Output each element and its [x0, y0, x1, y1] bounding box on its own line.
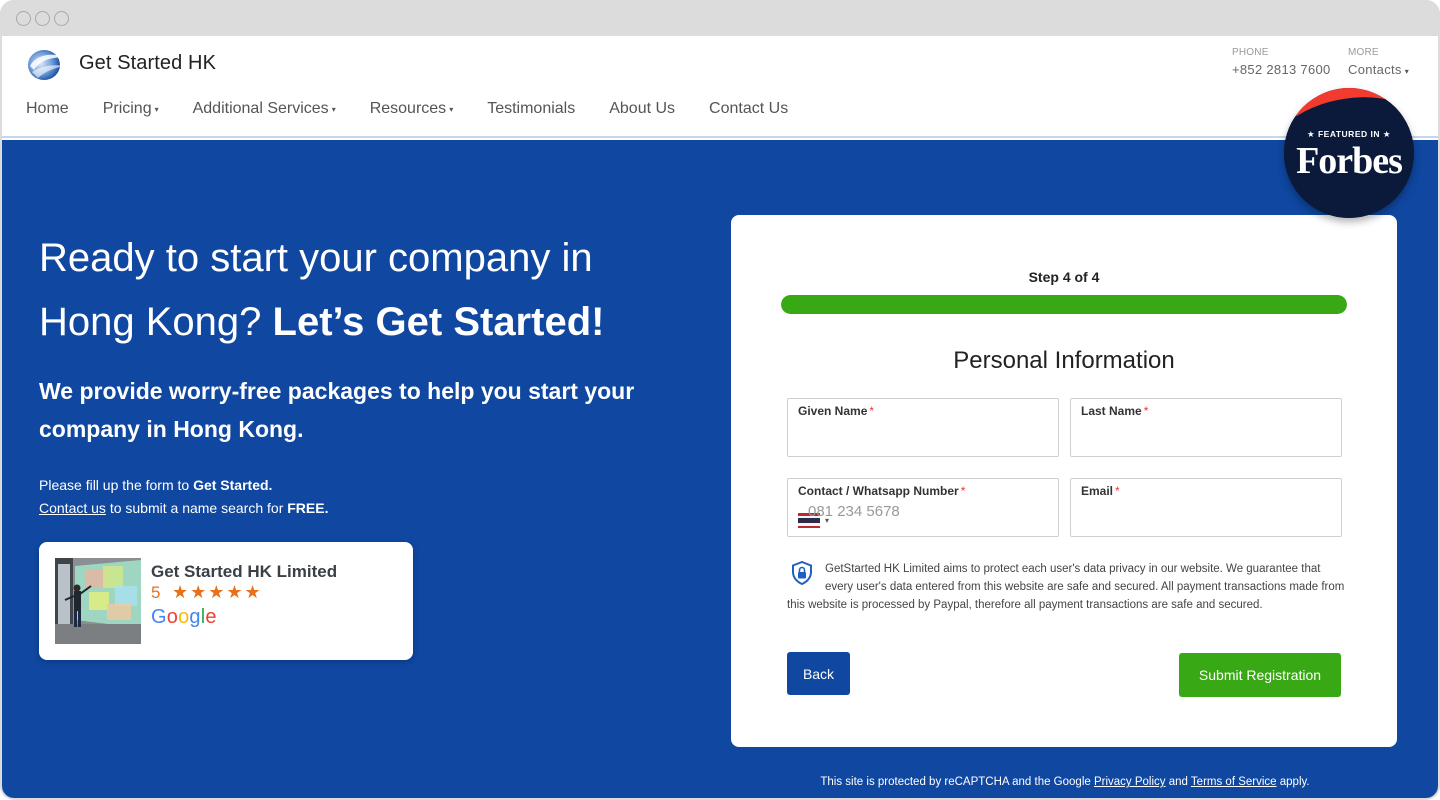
- phone-number-link[interactable]: +852 2813 7600: [1232, 62, 1331, 77]
- nav-testimonials[interactable]: Testimonials: [487, 100, 575, 118]
- nav-contact-us[interactable]: Contact Us: [709, 100, 788, 118]
- last-name-input[interactable]: [1081, 428, 1331, 450]
- note-text: Please fill up the form to: [39, 477, 194, 493]
- note-bold: Get Started.: [193, 477, 273, 493]
- nav-label: About Us: [609, 100, 676, 117]
- label-text: Last Name: [1081, 404, 1142, 418]
- contact-us-link[interactable]: Contact us: [39, 500, 106, 516]
- more-label: MORE: [1348, 47, 1379, 58]
- nav-home[interactable]: Home: [26, 100, 69, 118]
- back-button[interactable]: Back: [787, 652, 850, 695]
- given-name-field[interactable]: Given Name *: [787, 398, 1059, 457]
- star-rating-icon: ★★★★★: [172, 582, 263, 602]
- contact-number-input[interactable]: [808, 500, 978, 522]
- maximize-window-button[interactable]: [54, 11, 69, 26]
- contacts-dropdown[interactable]: Contacts ▾: [1348, 62, 1409, 77]
- globe-logo-icon[interactable]: [24, 46, 68, 82]
- page-viewport: Get Started HK Home Pricing ▾ Additional …: [2, 36, 1438, 798]
- section-title: Personal Information: [953, 347, 1175, 374]
- chevron-down-icon: ▾: [331, 104, 336, 114]
- given-name-label: Given Name *: [798, 404, 874, 418]
- given-name-input[interactable]: [798, 428, 1048, 450]
- forbes-wordmark: Forbes: [1296, 140, 1403, 182]
- nav-label: Additional Services: [192, 100, 329, 117]
- forbes-badge[interactable]: ★ FEATURED IN ★ Forbes: [1284, 88, 1414, 218]
- registration-form-card: Step 4 of 4 Personal Information Given N…: [731, 215, 1397, 747]
- browser-window: Get Started HK Home Pricing ▾ Additional …: [0, 0, 1440, 800]
- contact-number-field[interactable]: Contact / Whatsapp Number * ▾: [787, 478, 1059, 537]
- brand-name[interactable]: Get Started HK: [79, 52, 216, 75]
- nav-label: Contact Us: [709, 100, 789, 117]
- privacy-notice: GetStarted HK Limited aims to protect ea…: [787, 560, 1347, 614]
- business-name: Get Started HK Limited: [151, 562, 338, 581]
- office-photo: [55, 558, 141, 644]
- main-nav: Home Pricing ▾ Additional Services ▾ Resou…: [26, 100, 822, 118]
- nav-label: Resources: [369, 100, 447, 117]
- nav-about-us[interactable]: About Us: [609, 100, 675, 118]
- rating-value: 5: [151, 583, 161, 602]
- required-marker: *: [1143, 404, 1149, 418]
- recaptcha-notice: This site is protected by reCAPTCHA and …: [2, 776, 1438, 788]
- title-bar: [0, 0, 1440, 36]
- recaptcha-text: This site is protected by reCAPTCHA and …: [820, 776, 1094, 788]
- email-input[interactable]: [1081, 508, 1331, 530]
- label-text: Contact / Whatsapp Number: [798, 484, 959, 498]
- chevron-down-icon: ▾: [154, 104, 159, 114]
- required-marker: *: [869, 404, 875, 418]
- minimize-window-button[interactable]: [35, 11, 50, 26]
- nav-pricing[interactable]: Pricing ▾: [103, 100, 159, 118]
- submit-registration-button[interactable]: Submit Registration: [1179, 653, 1341, 697]
- email-field[interactable]: Email *: [1070, 478, 1342, 537]
- progress-bar-fill: [781, 295, 1347, 314]
- google-logo: Google: [151, 606, 217, 628]
- contacts-label: Contacts: [1348, 62, 1402, 77]
- shield-lock-icon: [792, 561, 812, 585]
- label-text: Given Name: [798, 404, 868, 418]
- more-info: MORE Contacts ▾: [1348, 47, 1409, 77]
- hero-subheadline: We provide worry-free packages to help y…: [39, 378, 635, 442]
- nav-resources[interactable]: Resources ▾: [370, 100, 454, 118]
- site-header: Get Started HK Home Pricing ▾ Additional …: [2, 36, 1438, 138]
- nav-label: Pricing: [102, 100, 152, 117]
- progress-bar: [781, 295, 1347, 314]
- hero-note: Please fill up the form to Get Started. …: [39, 474, 328, 520]
- hero-headline: Ready to start your company in Hong Kong…: [39, 226, 699, 354]
- contact-number-label: Contact / Whatsapp Number *: [798, 484, 965, 498]
- required-marker: *: [960, 484, 966, 498]
- phone-info: PHONE +852 2813 7600: [1232, 47, 1331, 77]
- phone-label: PHONE: [1232, 47, 1269, 58]
- chevron-down-icon: ▾: [1404, 67, 1410, 76]
- headline-bold: Let’s Get Started!: [272, 300, 605, 344]
- chevron-down-icon: ▾: [449, 104, 454, 114]
- privacy-policy-link[interactable]: Privacy Policy: [1094, 776, 1166, 788]
- note-text: to submit a name search for: [105, 500, 288, 516]
- last-name-field[interactable]: Last Name *: [1070, 398, 1342, 457]
- last-name-label: Last Name *: [1081, 404, 1148, 418]
- required-marker: *: [1115, 484, 1120, 498]
- phone-input-row: ▾: [798, 500, 978, 528]
- hero-section: Ready to start your company in Hong Kong…: [2, 140, 1438, 798]
- recaptcha-text: apply.: [1276, 776, 1310, 788]
- email-label: Email *: [1081, 484, 1120, 498]
- step-indicator: Step 4 of 4: [1028, 269, 1100, 285]
- recaptcha-text: and: [1165, 776, 1191, 788]
- nav-label: Testimonials: [487, 100, 576, 117]
- nav-additional-services[interactable]: Additional Services ▾: [193, 100, 336, 118]
- nav-label: Home: [26, 100, 69, 117]
- terms-of-service-link[interactable]: Terms of Service: [1191, 776, 1277, 788]
- privacy-text: GetStarted HK Limited aims to protect ea…: [787, 563, 1345, 611]
- label-text: Email: [1081, 484, 1114, 498]
- close-window-button[interactable]: [16, 11, 31, 26]
- google-review-card[interactable]: Get Started HK Limited 5 ★★★★★ Google: [39, 542, 413, 660]
- note-bold: FREE.: [287, 500, 329, 516]
